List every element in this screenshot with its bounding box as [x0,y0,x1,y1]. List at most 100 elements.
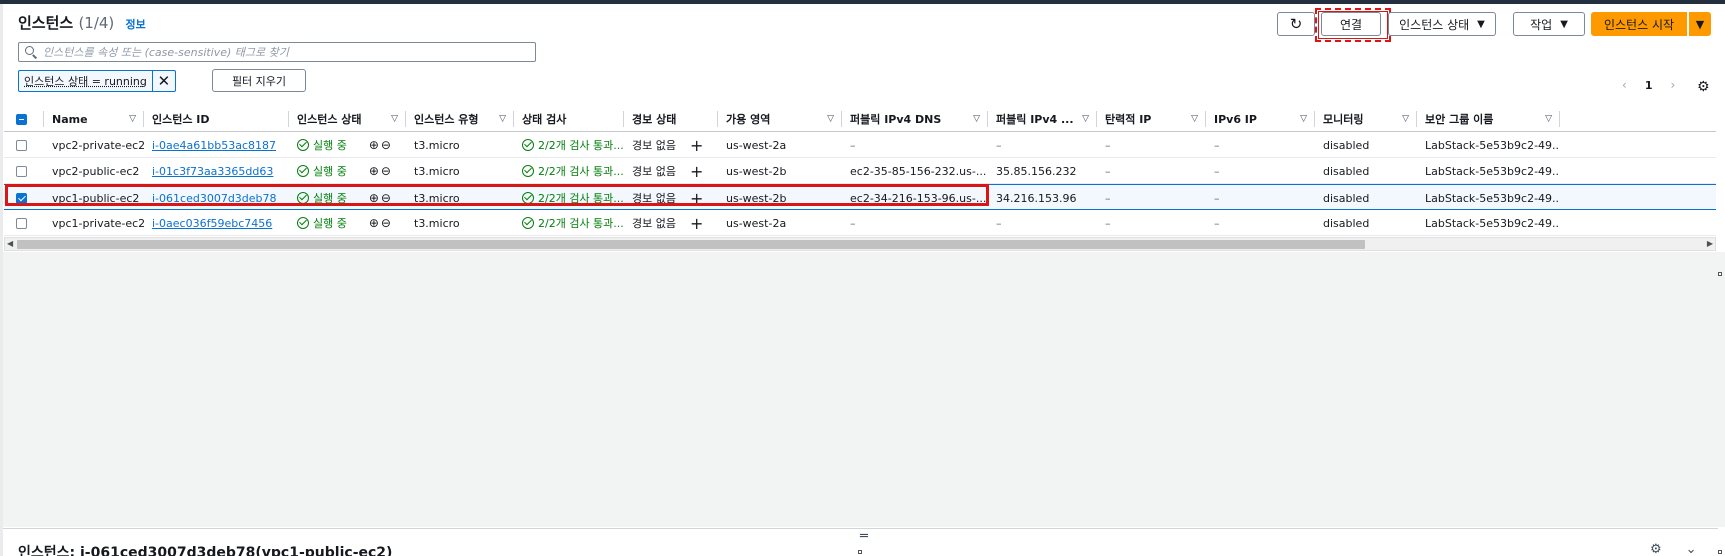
search-input[interactable] [43,45,523,59]
status-badge: 실행 중 [297,163,347,179]
clear-filters-button[interactable]: 필터 지우기 [212,69,306,92]
gear-icon[interactable]: ⚙ [1650,542,1662,556]
column-header[interactable]: 인스턴스 상태 ▽ [289,106,406,132]
row-checkbox[interactable] [16,139,27,151]
column-header[interactable]: IPv6 IP ▽ [1206,106,1315,132]
cell-ipv4: – [988,132,1097,158]
instance-id-link[interactable]: i-0aec036f59ebc7456 [152,217,272,230]
cell-text: – [1214,164,1220,178]
column-header[interactable]: 퍼블릭 IPv4 DNS ▽ [842,106,988,132]
sort-icon[interactable]: ▽ [391,114,398,124]
table-empty-area [3,252,1725,527]
select-all-checkbox[interactable] [16,113,27,125]
column-header[interactable]: 경보 상태 [624,106,718,132]
sort-icon[interactable]: ▽ [129,114,136,124]
instance-id-link[interactable]: i-0ae4a61bb53ac8187 [152,139,276,152]
cell-sg: LabStack-5e53b9c2-49... [1417,185,1560,211]
scrollbar-thumb[interactable] [17,240,1365,249]
filter-token[interactable]: 인스턴스 상태 = running ✕ [18,70,176,92]
instance-id-link[interactable]: i-01c3f73aa3365dd63 [152,165,273,178]
sort-icon[interactable]: ▽ [973,114,980,124]
connect-button[interactable]: 연결 [1321,12,1381,36]
column-header[interactable]: 인스턴스 유형 ▽ [406,106,514,132]
column-header[interactable]: 가용 영역 ▽ [718,106,842,132]
resize-handle[interactable] [858,550,862,554]
table-row[interactable]: vpc2-public-ec2 i-01c3f73aa3365dd63 실행 중 ⊕ ⊖… [4,158,1716,184]
clear-filters-label: 필터 지우기 [231,74,287,88]
info-link[interactable]: 정보 [126,18,146,31]
row-checkbox[interactable] [16,165,27,177]
alarm-status-cell: 경보 없음 + [632,161,704,181]
cell-text: – [1214,216,1220,230]
launch-instance-dropdown[interactable]: ▼ [1689,12,1711,36]
zoom-in-icon[interactable]: ⊕ [369,216,379,230]
header-select-all[interactable] [4,106,44,132]
sort-icon[interactable]: ▽ [1402,114,1409,124]
gear-icon[interactable]: ⚙ [1697,79,1710,95]
refresh-button[interactable]: ↻ [1277,12,1315,36]
launch-instance-button[interactable]: 인스턴스 시작 [1591,12,1687,36]
sort-icon[interactable]: ▽ [1082,114,1089,124]
cell-text: vpc2-public-ec2 [52,164,140,178]
scroll-left-icon[interactable]: ◀ [7,238,13,250]
cell-text: – [850,138,856,152]
sort-icon[interactable]: ▽ [1191,114,1198,124]
column-header[interactable]: 인스턴스 ID [144,106,289,132]
actions-dropdown[interactable]: 작업 ▼ [1513,12,1585,36]
cell-monitoring: disabled [1315,132,1417,158]
table-row[interactable]: vpc2-private-ec2 i-0ae4a61bb53ac8187 실행 중 ⊕… [4,132,1716,158]
close-icon[interactable]: ✕ [153,71,175,91]
cell-dns: – [842,210,988,236]
cell-type: t3.micro [406,158,514,184]
add-alarm-icon[interactable]: + [690,214,703,233]
cell-sg: LabStack-5e53b9c2-49... [1417,158,1560,184]
zoom-icons: ⊕ ⊖ [369,216,391,230]
add-alarm-icon[interactable]: + [690,136,703,155]
status-check-badge: 2/2개 검사 통과... [522,137,624,153]
cell-eip: – [1097,158,1206,184]
search-bar[interactable] [18,42,536,62]
column-header[interactable]: Name ▽ [44,106,144,132]
column-header[interactable]: 상태 검사 [514,106,624,132]
zoom-in-icon[interactable]: ⊕ [369,138,379,152]
zoom-out-icon[interactable]: ⊖ [381,216,391,230]
column-header[interactable]: 탄력적 IP ▽ [1097,106,1206,132]
sort-icon[interactable]: ▽ [499,114,506,124]
resize-handle[interactable] [1718,272,1722,276]
table-row[interactable]: vpc1-private-ec2 i-0aec036f59ebc7456 실행 중 ⊕… [4,210,1716,236]
add-alarm-icon[interactable]: + [690,162,703,181]
column-header[interactable]: 모니터링 ▽ [1315,106,1417,132]
sort-icon[interactable]: ▽ [1545,114,1552,124]
check-circle-icon [297,139,309,151]
current-page[interactable]: 1 [1645,79,1653,92]
filter-token-label[interactable]: 인스턴스 상태 = running [19,71,153,91]
sort-icon[interactable]: ▽ [1300,114,1307,124]
cell-text: – [850,216,856,230]
cell-id: i-0aec036f59ebc7456 [144,210,289,236]
cell-ipv4: 34.216.153.96 [988,185,1097,211]
chevron-down-icon[interactable]: ⌄ [1686,542,1697,556]
zoom-in-icon[interactable]: ⊕ [369,164,379,178]
sort-icon[interactable]: ▽ [827,114,834,124]
alarm-status-cell: 경보 없음 + [632,213,704,233]
row-checkbox[interactable] [16,217,27,229]
chevron-left-icon[interactable]: ‹ [1622,78,1627,92]
cell-name: vpc2-public-ec2 [44,158,144,184]
drag-handle-icon[interactable]: ═ [860,529,868,544]
cell-text: LabStack-5e53b9c2-49... [1425,216,1560,230]
zoom-out-icon[interactable]: ⊖ [381,164,391,178]
scroll-right-icon[interactable]: ▶ [1707,238,1713,250]
cell-az: us-west-2a [718,132,842,158]
instance-state-dropdown[interactable]: 인스턴스 상태 ▼ [1388,12,1496,36]
row-select-cell [4,158,44,184]
check-circle-icon [297,217,309,229]
column-header[interactable]: 보안 그룹 이름 ▽ [1417,106,1560,132]
zoom-out-icon[interactable]: ⊖ [381,138,391,152]
resize-handle[interactable] [1718,550,1722,554]
cell-ipv6: – [1206,158,1315,184]
horizontal-scrollbar[interactable]: ◀ ▶ [4,237,1716,251]
pagination: ‹ 1 › [1622,78,1675,92]
cell-ipv6: – [1206,185,1315,211]
column-header[interactable]: 퍼블릭 IPv4 ... ▽ [988,106,1097,132]
chevron-right-icon[interactable]: › [1670,78,1675,92]
